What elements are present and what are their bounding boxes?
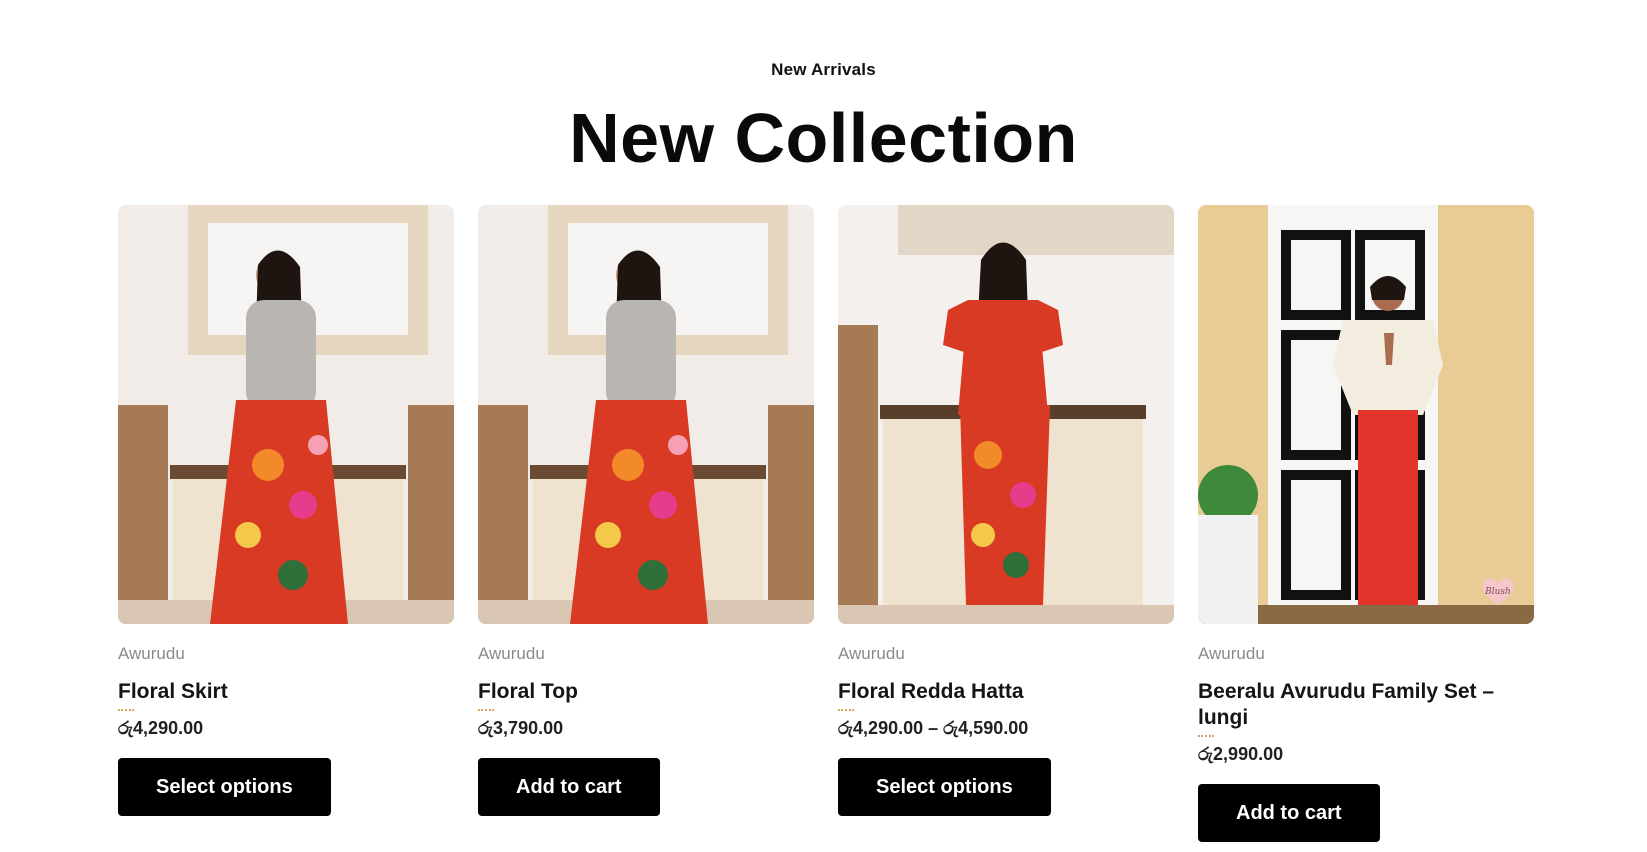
product-image[interactable]: [478, 205, 814, 624]
add-to-cart-button[interactable]: Add to cart: [1198, 784, 1380, 842]
product-card: Awurudu Floral Skirt රු4,290.00 Select o…: [118, 205, 454, 842]
product-price: රු3,790.00: [478, 718, 564, 738]
product-card: Awurudu Floral Top රු3,790.00 Add to car…: [478, 205, 814, 842]
rating-indicator: [478, 709, 494, 714]
product-title[interactable]: Floral Skirt: [118, 679, 454, 705]
product-card: Awurudu Floral Redda Hatta රු4,290.00 – …: [838, 205, 1174, 842]
brand-watermark-logo: Blush: [1482, 578, 1514, 605]
section-eyebrow: New Arrivals: [771, 60, 876, 79]
add-to-cart-button[interactable]: Add to cart: [478, 758, 660, 816]
product-image[interactable]: [838, 205, 1174, 624]
rating-indicator: [838, 709, 854, 714]
product-section: New Arrivals New Collection Awurudu Flor…: [0, 0, 1647, 852]
rating-indicator: [1198, 735, 1214, 740]
product-price: රු4,290.00 – රු4,590.00: [838, 718, 1029, 738]
rating-indicator: [118, 709, 134, 714]
product-price: රු4,290.00: [118, 718, 204, 738]
product-card: Blush Awurudu Beeralu Avurudu Family Set…: [1198, 205, 1534, 842]
product-image[interactable]: Blush: [1198, 205, 1534, 624]
svg-text:Blush: Blush: [1484, 587, 1511, 597]
product-grid: Awurudu Floral Skirt රු4,290.00 Select o…: [118, 205, 1534, 842]
section-title: New Collection: [569, 99, 1078, 177]
product-title[interactable]: Beeralu Avurudu Family Set – lungi: [1198, 679, 1534, 731]
select-options-button[interactable]: Select options: [118, 758, 331, 816]
select-options-button[interactable]: Select options: [838, 758, 1051, 816]
product-category: Awurudu: [118, 644, 185, 663]
product-image[interactable]: [118, 205, 454, 624]
product-title[interactable]: Floral Redda Hatta: [838, 679, 1174, 705]
product-title[interactable]: Floral Top: [478, 679, 814, 705]
product-price: රු2,990.00: [1198, 744, 1284, 764]
product-category: Awurudu: [478, 644, 545, 663]
product-category: Awurudu: [838, 644, 905, 663]
product-category: Awurudu: [1198, 644, 1265, 663]
